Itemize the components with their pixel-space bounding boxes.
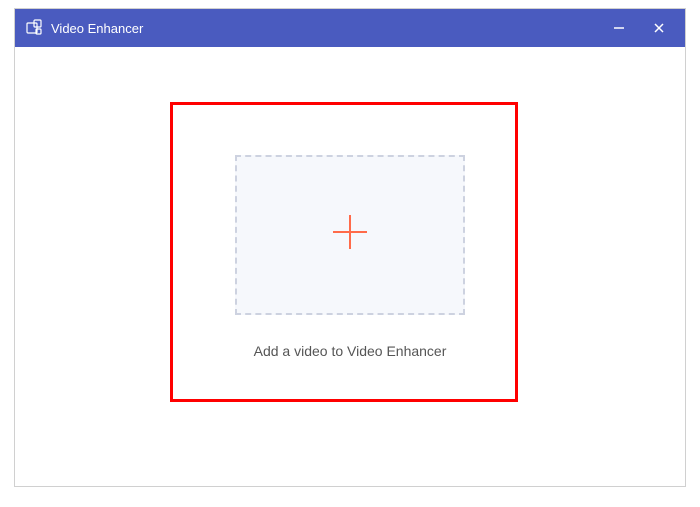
window-controls	[609, 18, 669, 38]
content-area: Add a video to Video Enhancer	[15, 47, 685, 486]
dropzone-wrap: Add a video to Video Enhancer	[235, 175, 465, 359]
plus-icon	[329, 211, 371, 258]
close-button[interactable]	[649, 18, 669, 38]
app-window: Video Enhancer	[14, 8, 686, 487]
dropzone-label: Add a video to Video Enhancer	[254, 343, 447, 359]
add-video-dropzone[interactable]	[235, 155, 465, 315]
titlebar: Video Enhancer	[15, 9, 685, 47]
app-title: Video Enhancer	[51, 21, 609, 36]
minimize-button[interactable]	[609, 18, 629, 38]
app-icon	[25, 19, 43, 37]
